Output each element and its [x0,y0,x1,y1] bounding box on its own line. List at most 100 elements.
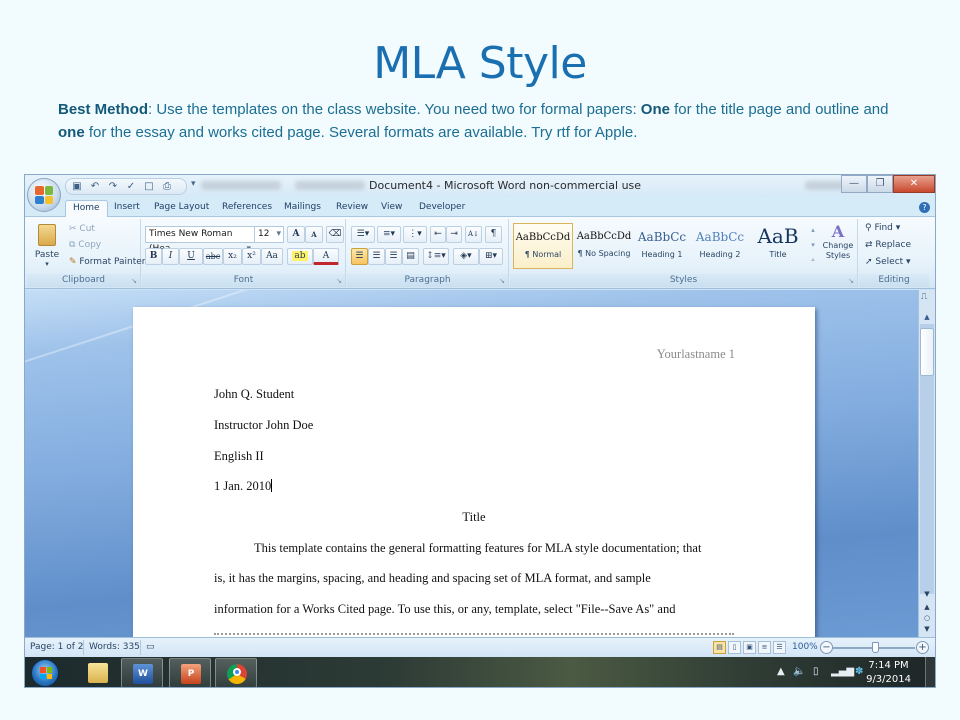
numbering-button[interactable]: ≡▾ [377,226,401,243]
dialog-launcher-icon[interactable]: ↘ [499,277,505,285]
network-icon[interactable]: ✽ [855,666,863,677]
spelling-icon[interactable]: ✓ [125,180,137,194]
shading-button[interactable]: ◈▾ [453,248,479,265]
change-styles-button[interactable]: A Change Styles [820,222,856,261]
tab-page-layout[interactable]: Page Layout [147,200,216,217]
style-title[interactable]: AaB Title [748,223,808,269]
grow-font-button[interactable]: A [287,226,305,243]
tab-mailings[interactable]: Mailings [277,200,328,217]
align-left-button[interactable]: ☰ [351,248,368,265]
line-spacing-button[interactable]: ↕≡▾ [423,248,449,265]
borders-button[interactable]: ⊞▾ [479,248,503,265]
scroll-thumb[interactable] [920,328,934,376]
minimize-button[interactable]: — [841,175,867,193]
subscript-button[interactable]: x₂ [223,248,242,265]
change-case-button[interactable]: Aa [261,248,283,265]
paste-button[interactable]: Paste ▾ [31,222,63,272]
font-size-input[interactable]: 12 ▾ [254,226,284,243]
cut-button[interactable]: ✂ Cut [69,224,95,234]
zoom-in-button[interactable]: + [916,641,929,654]
zoom-out-button[interactable]: − [820,641,833,654]
format-painter-button[interactable]: ✎ Format Painter [69,257,146,267]
style-heading-2[interactable]: AaBbCc Heading 2 [690,223,750,269]
zoom-slider-thumb[interactable] [872,642,879,653]
align-center-button[interactable]: ☰ [368,248,385,265]
decrease-indent-button[interactable]: ⇤ [430,226,446,243]
justify-button[interactable]: ▤ [402,248,419,265]
dialog-launcher-icon[interactable]: ↘ [131,277,137,285]
system-clock[interactable]: 7:14 PM 9/3/2014 [866,659,911,687]
scroll-down-button[interactable]: ▼ [920,588,934,601]
full-screen-reading-button[interactable]: ▯ [728,641,741,654]
taskbar-chrome[interactable] [215,658,257,687]
draft-view-button[interactable]: ☰ [773,641,786,654]
highlight-button[interactable]: ab [287,248,313,265]
save-icon[interactable]: ▣ [71,180,83,194]
word-count[interactable]: Words: 335 [89,642,140,652]
show-desktop-button[interactable] [925,657,935,687]
dialog-launcher-icon[interactable]: ↘ [848,277,854,285]
sort-button[interactable]: A↓ [465,226,482,243]
undo-icon[interactable]: ↶ [89,180,101,194]
battery-icon[interactable]: ▯ [813,666,819,677]
redo-icon[interactable]: ↷ [107,180,119,194]
tab-view[interactable]: View [374,200,409,217]
shrink-font-button[interactable]: A [305,226,323,243]
select-button[interactable]: ➚ Select ▾ [865,257,911,267]
strikethrough-button[interactable]: abc [203,248,223,265]
font-name-input[interactable]: Times New Roman (Hea▾ [145,226,255,254]
copy-button[interactable]: ⧉ Copy [69,240,101,250]
help-icon[interactable]: ? [919,202,930,213]
font-color-button[interactable]: A [313,248,339,265]
print-icon[interactable]: ⎙ [161,180,173,194]
scroll-up-icon[interactable]: ▴ [808,223,818,238]
more-styles-icon[interactable]: ⩡ [808,253,818,268]
new-document-icon[interactable]: □ [143,180,155,194]
taskbar-powerpoint[interactable]: P [169,658,211,687]
document-page[interactable]: Yourlastname 1 John Q. Student Instructo… [133,307,815,637]
page-count[interactable]: Page: 1 of 2 [30,642,84,652]
style-no-spacing[interactable]: AaBbCcDd ¶ No Spacing [574,223,634,269]
clear-formatting-button[interactable]: ⌫ [326,226,344,243]
vertical-scrollbar[interactable]: ⎍ ▲ ▼ ▲ ○ ▼ [918,290,935,637]
tab-developer[interactable]: Developer [412,200,472,217]
start-button[interactable] [31,659,59,687]
zoom-level[interactable]: 100% [792,642,818,652]
scroll-up-button[interactable]: ▲ [920,310,934,324]
multilevel-list-button[interactable]: ⋮▾ [403,226,427,243]
find-button[interactable]: ⚲ Find ▾ [865,223,900,233]
align-right-button[interactable]: ☰ [385,248,402,265]
italic-button[interactable]: I [162,248,179,265]
replace-button[interactable]: ⇄ Replace [865,240,911,250]
office-button[interactable] [27,178,61,212]
outline-view-button[interactable]: ≡ [758,641,771,654]
taskbar-word[interactable]: W [121,658,163,687]
view-ruler-icon[interactable]: ⎍ [921,292,927,302]
tab-references[interactable]: References [215,200,279,217]
superscript-button[interactable]: x² [242,248,261,265]
close-button[interactable]: ✕ [893,175,935,193]
style-heading-1[interactable]: AaBbCc Heading 1 [632,223,692,269]
bold-button[interactable]: B [145,248,162,265]
customize-qat-icon[interactable]: ▾ [191,179,196,189]
styles-scroll[interactable]: ▴ ▾ ⩡ [808,223,818,269]
next-page-button[interactable]: ▼ [920,623,934,636]
print-layout-view-button[interactable]: ▤ [713,641,726,654]
underline-button[interactable]: U [179,248,203,265]
proofing-icon[interactable]: ▭ [146,642,155,652]
scroll-down-icon[interactable]: ▾ [808,238,818,253]
bullets-button[interactable]: ☰▾ [351,226,375,243]
increase-indent-button[interactable]: ⇥ [446,226,462,243]
restore-button[interactable]: ❐ [867,175,893,193]
volume-icon[interactable]: 🔈 [793,666,805,677]
style-normal[interactable]: AaBbCcDd ¶ Normal [513,223,573,269]
taskbar-explorer[interactable] [77,658,119,687]
tab-insert[interactable]: Insert [107,200,147,217]
web-layout-button[interactable]: ▣ [743,641,756,654]
show-hidden-icons[interactable]: ▲ [777,666,785,677]
tab-home[interactable]: Home [65,200,108,217]
tab-review[interactable]: Review [329,200,375,217]
show-hide-button[interactable]: ¶ [485,226,502,243]
signal-icon[interactable]: ▂▄▆ [831,666,854,677]
dialog-launcher-icon[interactable]: ↘ [336,277,342,285]
